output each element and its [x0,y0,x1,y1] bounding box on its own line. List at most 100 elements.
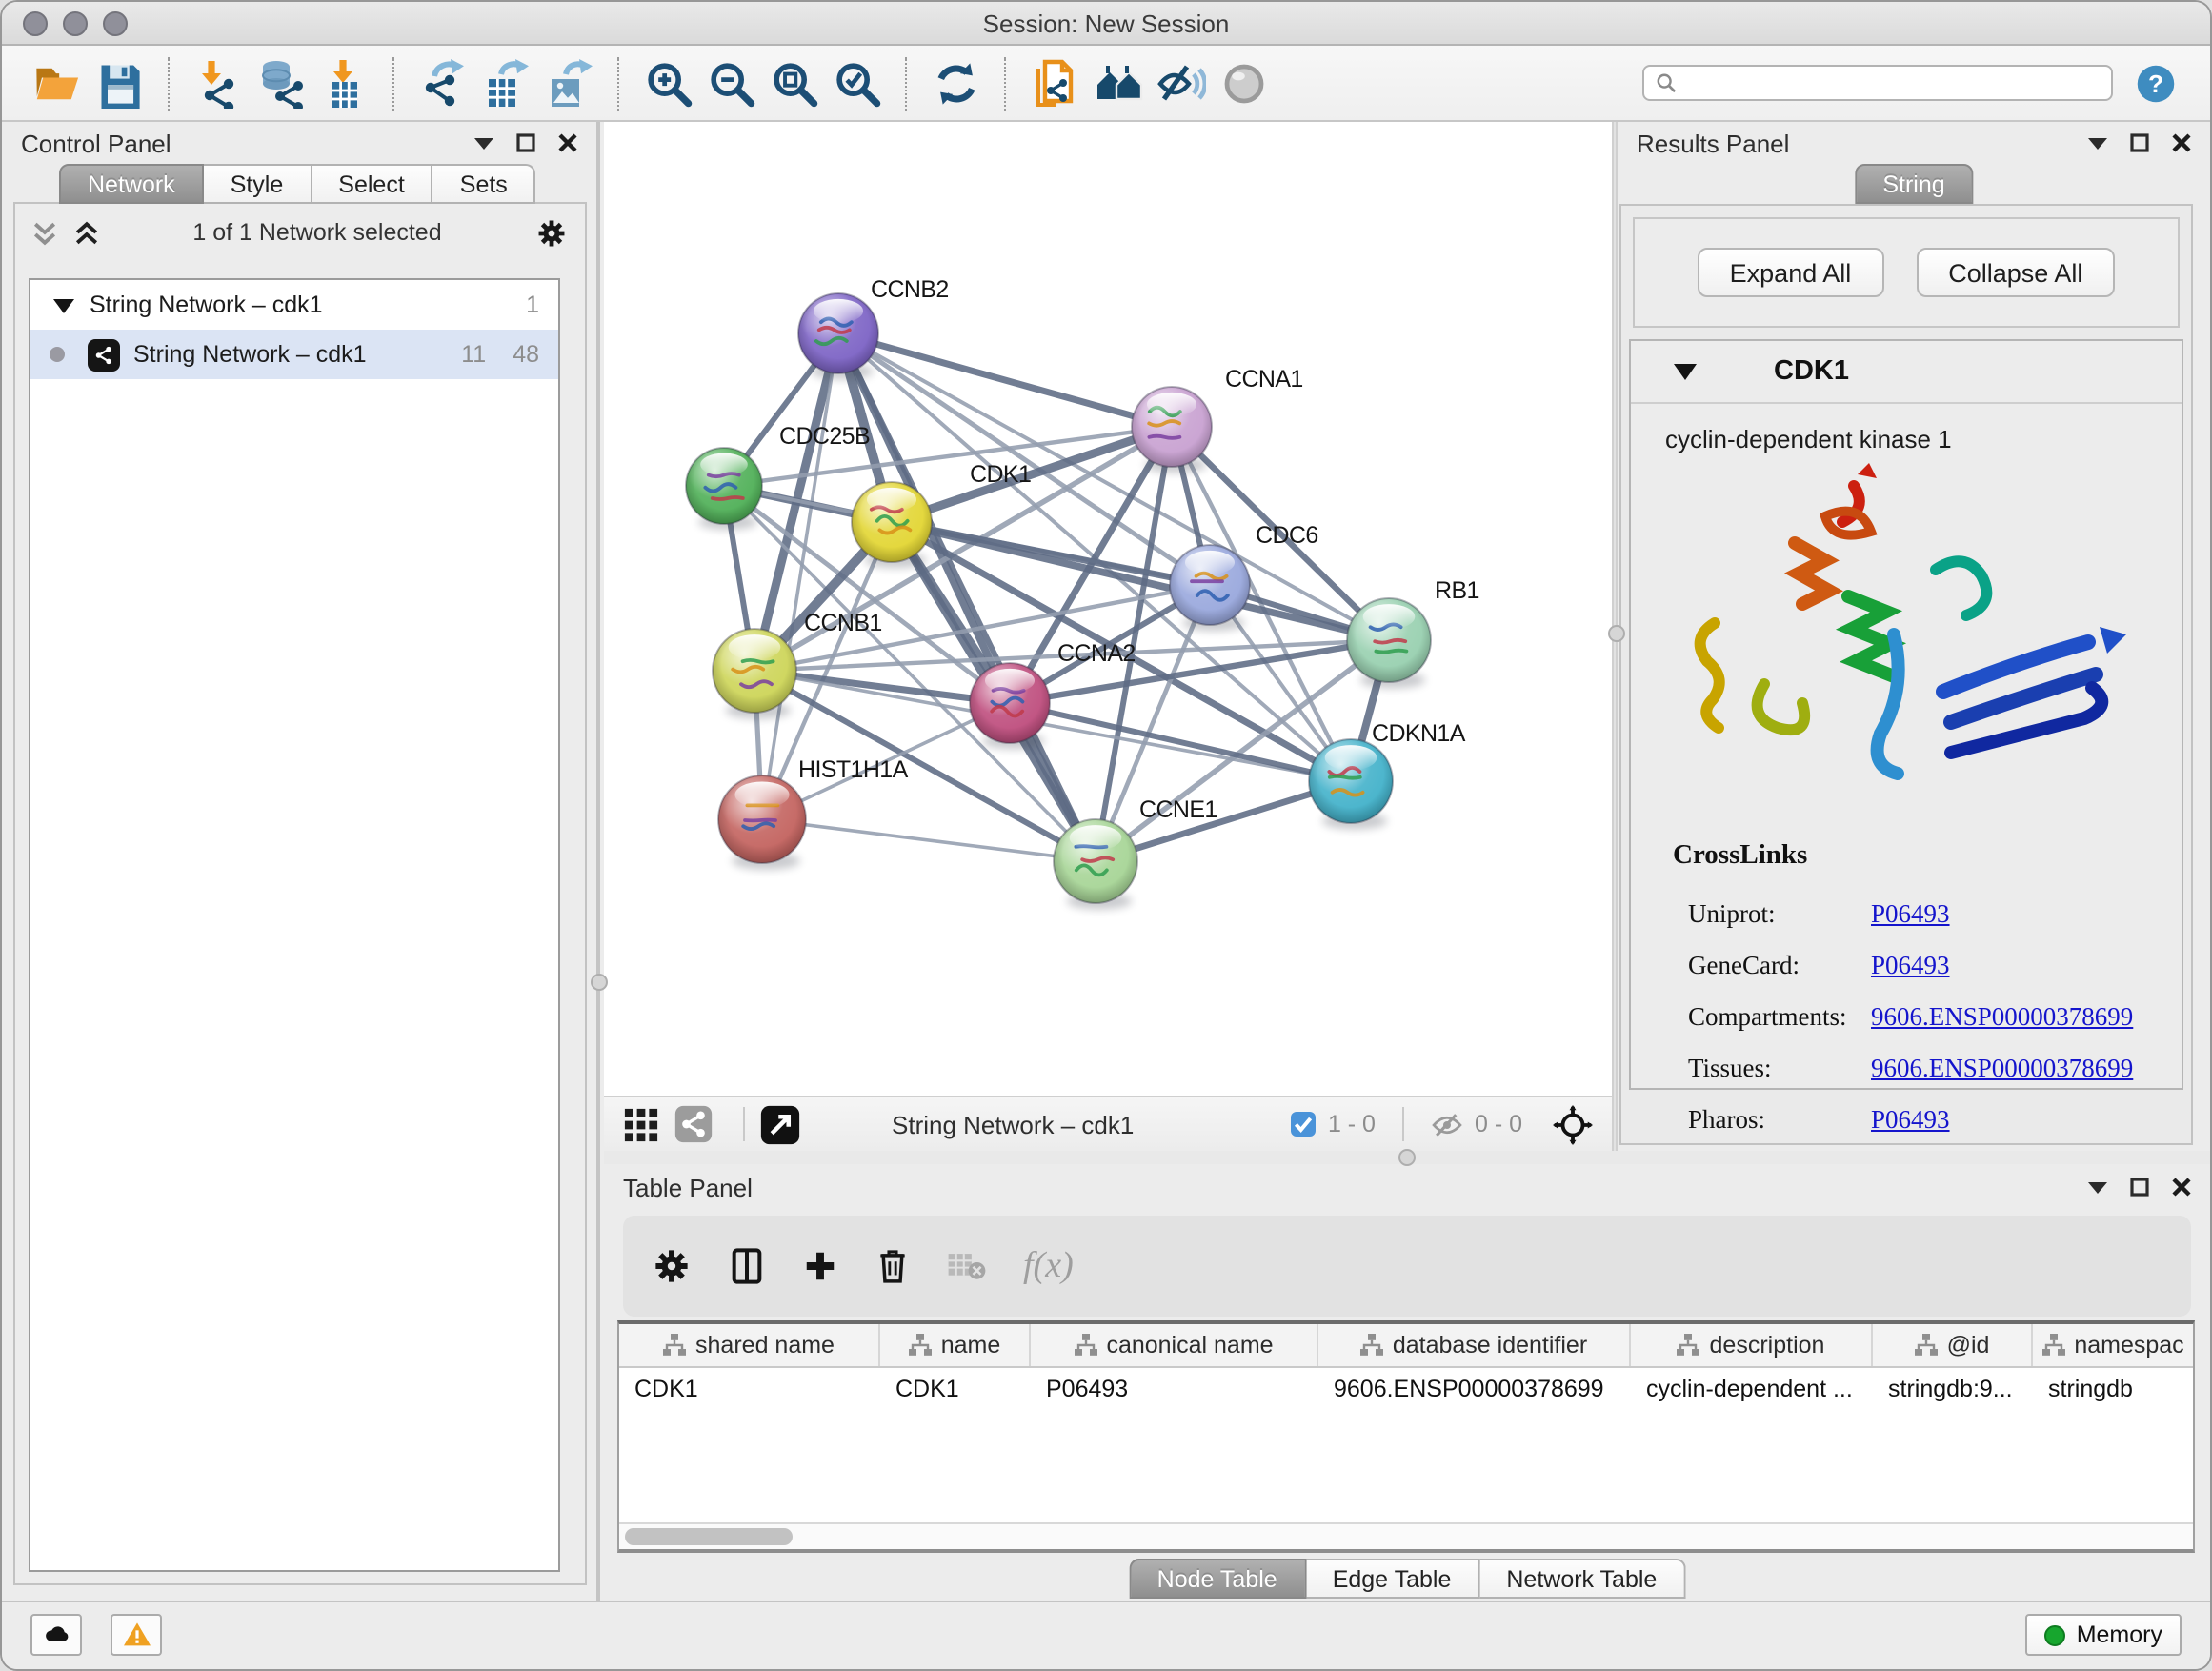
network-node-HIST1H1A[interactable] [718,775,806,870]
crosslink-tissues-link[interactable]: 9606.ENSP00000378699 [1871,1053,2133,1083]
table-splitter-handle[interactable] [1398,1149,1416,1166]
crosslink-compartments-link[interactable]: 9606.ENSP00000378699 [1871,1001,2133,1032]
collapse-all-button[interactable]: Collapse All [1916,248,2115,297]
node-result-header[interactable]: CDK1 [1631,341,2182,404]
column-header[interactable]: canonical name [1031,1324,1318,1366]
crosslink-pharos-link[interactable]: P06493 [1871,1104,1950,1135]
selected-counts: 1 - 0 [1328,1111,1376,1137]
network-node-RB1[interactable] [1347,598,1431,689]
column-header[interactable]: @id [1873,1324,2033,1366]
import-table-icon[interactable] [312,51,375,114]
network-options-gear-icon[interactable] [535,216,568,249]
column-header[interactable]: database identifier [1318,1324,1631,1366]
tab-sets[interactable]: Sets [433,164,536,204]
export-network-icon[interactable] [412,51,474,114]
show-columns-icon[interactable] [728,1246,766,1286]
scrollbar-thumb[interactable] [625,1528,793,1545]
network-node-CCNE1[interactable] [1054,819,1137,910]
tab-network[interactable]: Network [59,164,204,204]
tab-select[interactable]: Select [312,164,433,204]
column-header[interactable]: namespac [2033,1324,2193,1366]
close-panel-icon[interactable] [558,133,577,152]
add-column-icon[interactable] [802,1248,838,1284]
left-splitter-handle[interactable] [591,974,608,991]
refresh-icon[interactable] [924,51,987,114]
crosslink-genecard-link[interactable]: P06493 [1871,950,1950,980]
delete-column-icon[interactable] [875,1246,911,1286]
import-database-icon[interactable] [250,51,312,114]
close-panel-icon[interactable] [2172,133,2191,152]
tab-node-table[interactable]: Node Table [1129,1559,1306,1599]
column-header[interactable]: description [1631,1324,1873,1366]
tab-string[interactable]: String [1854,164,1973,204]
network-row-selected[interactable]: String Network – cdk1 11 48 [30,330,558,379]
collection-expander-icon[interactable] [53,296,74,313]
tab-network-table[interactable]: Network Table [1479,1559,1685,1599]
results-splitter-handle[interactable] [1607,625,1624,642]
expand-all-networks-icon[interactable] [74,220,99,245]
expand-all-button[interactable]: Expand All [1698,248,1884,297]
tab-edge-table[interactable]: Edge Table [1306,1559,1480,1599]
crosslink-label: Compartments: [1673,1001,1871,1032]
node-table[interactable]: shared name name canonical name database… [617,1320,2195,1553]
column-header[interactable]: name [880,1324,1031,1366]
close-panel-icon[interactable] [2172,1178,2191,1197]
network-from-file-icon[interactable] [1023,51,1086,114]
network-collection-row[interactable]: String Network – cdk1 1 [30,280,558,330]
table-row[interactable]: CDK1 CDK1 P06493 9606.ENSP00000378699 cy… [619,1368,2193,1412]
collapse-all-networks-icon[interactable] [32,220,57,245]
zoom-fit-icon[interactable] [762,51,825,114]
column-header[interactable]: shared name [619,1324,880,1366]
show-grid-icon[interactable] [623,1106,659,1142]
search-input[interactable] [1642,65,2113,101]
network-node-CCNA1[interactable] [1132,387,1212,473]
zoom-out-icon[interactable] [699,51,762,114]
network-share-view-icon[interactable] [674,1105,713,1143]
selected-nodes-checkbox-icon[interactable] [1290,1111,1317,1137]
network-node-CCNA2[interactable] [970,663,1050,749]
zoom-selected-icon[interactable] [825,51,888,114]
float-panel-icon[interactable] [2130,133,2149,152]
hidden-eye-icon[interactable] [1431,1110,1463,1138]
tab-style[interactable]: Style [204,164,312,204]
float-panel-icon[interactable] [2130,1178,2149,1197]
table-options-gear-icon[interactable] [652,1246,692,1286]
node-label-CDC25B: CDC25B [779,423,870,450]
fit-content-crosshair-icon[interactable] [1553,1104,1593,1144]
node-result-name: CDK1 [1774,356,1849,387]
zoom-in-icon[interactable] [636,51,699,114]
export-table-icon[interactable] [474,51,537,114]
import-network-icon[interactable] [187,51,250,114]
toolbar-separator [905,56,907,110]
warnings-button[interactable] [111,1614,162,1656]
level-of-detail-icon[interactable] [1212,51,1275,114]
collapse-entry-icon[interactable] [1673,362,1698,381]
home-pages-icon[interactable] [1086,51,1149,114]
network-node-CCNB1[interactable] [713,629,796,719]
float-panel-icon[interactable] [516,133,535,152]
node-label-HIST1H1A: HIST1H1A [798,756,909,783]
cloud-status-button[interactable] [30,1614,82,1656]
crosslink-label: Tissues: [1673,1053,1871,1083]
network-canvas[interactable]: CCNB2CCNA1CDC25BCDK1CDC6RB1CCNB1CCNA2CDK… [604,122,1612,1096]
open-view-icon[interactable] [760,1104,800,1144]
export-image-icon[interactable] [537,51,600,114]
network-node-CDKN1A[interactable] [1309,739,1393,830]
search-icon [1656,72,1677,93]
toolbar-separator [168,56,170,110]
show-hide-graphics-icon[interactable] [1149,51,1212,114]
table-horizontal-scrollbar[interactable] [619,1522,2193,1549]
node-label-CDKN1A: CDKN1A [1372,720,1466,747]
open-folder-icon[interactable] [25,51,88,114]
save-icon[interactable] [88,51,151,114]
node-label-RB1: RB1 [1435,577,1479,604]
help-icon[interactable]: ? [2136,63,2176,103]
panel-menu-icon[interactable] [2088,1178,2107,1197]
memory-button[interactable]: Memory [2025,1614,2182,1656]
panel-menu-icon[interactable] [2088,133,2107,152]
network-node-CDC6[interactable] [1170,545,1250,631]
network-node-CDC25B[interactable] [686,448,762,530]
crosslink-uniprot-link[interactable]: P06493 [1871,898,1950,929]
panel-menu-icon[interactable] [474,133,493,152]
title-bar: Session: New Session [2,2,2210,46]
